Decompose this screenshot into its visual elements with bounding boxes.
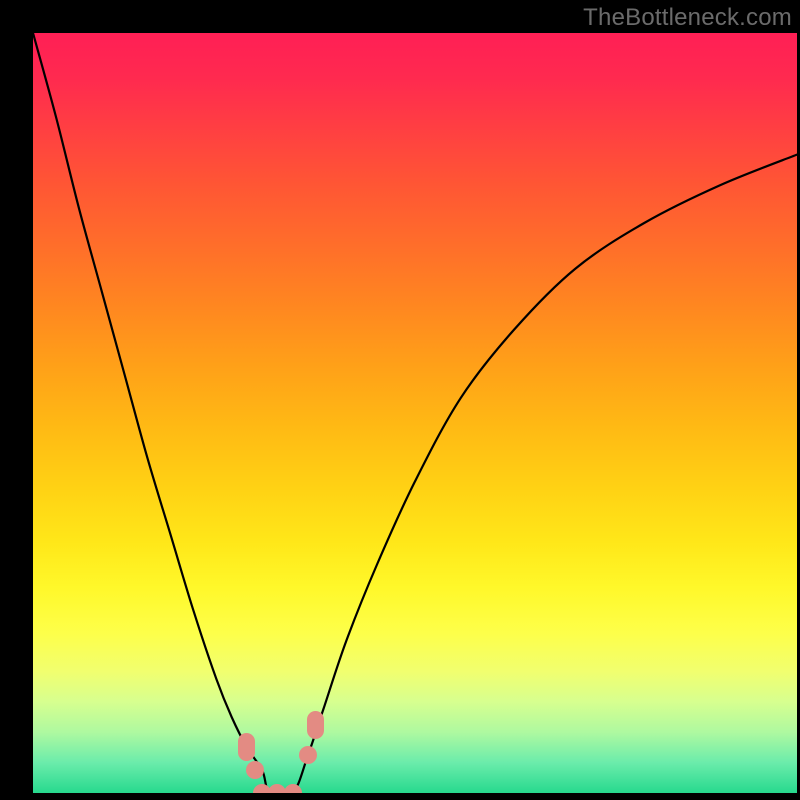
marker-left-floor-a xyxy=(238,733,255,761)
marker-right-floor-a xyxy=(299,746,317,764)
marker-right-floor-b xyxy=(307,711,324,739)
plot-area xyxy=(33,33,797,793)
marker-floor-c xyxy=(284,784,302,793)
marker-left-floor-b xyxy=(246,761,264,779)
watermark-text: TheBottleneck.com xyxy=(583,4,792,32)
curve-markers xyxy=(33,33,797,793)
